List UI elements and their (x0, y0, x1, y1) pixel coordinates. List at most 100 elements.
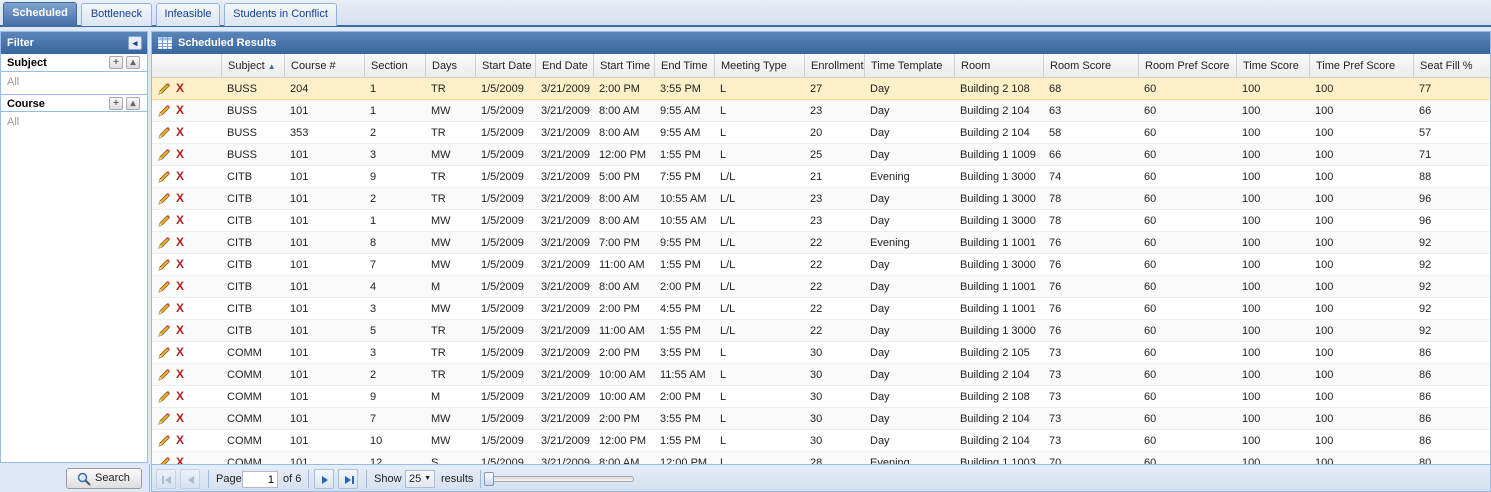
column-header[interactable]: End Time (654, 54, 714, 78)
table-row[interactable]: X COMM 101 7 MW 1/5/2009 3/21/2009 2:00 PM 3:55 … (152, 408, 1490, 430)
edit-pencil-icon[interactable] (157, 368, 171, 382)
delete-icon[interactable]: X (176, 301, 184, 315)
edit-pencil-icon[interactable] (157, 82, 171, 96)
delete-icon[interactable]: X (176, 323, 184, 337)
page-number-input[interactable] (242, 471, 278, 488)
column-header[interactable]: Room Pref Score (1138, 54, 1236, 78)
delete-icon[interactable]: X (176, 191, 184, 205)
edit-pencil-icon[interactable] (157, 280, 171, 294)
table-cell: 100 (1242, 105, 1261, 117)
search-button[interactable]: Search (66, 468, 142, 489)
delete-icon[interactable]: X (176, 257, 184, 271)
edit-pencil-icon[interactable] (157, 456, 171, 464)
edit-pencil-icon[interactable] (157, 324, 171, 338)
column-header[interactable]: Time Score (1236, 54, 1309, 78)
edit-pencil-icon[interactable] (157, 236, 171, 250)
table-row[interactable]: X COMM 101 9 M 1/5/2009 3/21/2009 10:00 AM 2:00 … (152, 386, 1490, 408)
edit-pencil-icon[interactable] (157, 346, 171, 360)
delete-icon[interactable]: X (176, 279, 184, 293)
page-size-select[interactable]: 25 ▼ (405, 470, 435, 488)
table-cell: 28 (810, 457, 823, 464)
edit-pencil-icon[interactable] (157, 214, 171, 228)
page-slider-track[interactable] (492, 476, 634, 482)
column-header[interactable]: Room (954, 54, 1043, 78)
delete-icon[interactable]: X (176, 103, 184, 117)
delete-icon[interactable]: X (176, 213, 184, 227)
delete-icon[interactable]: X (176, 367, 184, 381)
column-header[interactable]: Enrollment (804, 54, 864, 78)
table-row[interactable]: X CITB 101 5 TR 1/5/2009 3/21/2009 11:00 AM 1:55… (152, 320, 1490, 342)
edit-pencil-icon[interactable] (157, 104, 171, 118)
tab-students-in-conflict[interactable]: Students in Conflict (224, 3, 337, 26)
table-row[interactable]: X COMM 101 10 MW 1/5/2009 3/21/2009 12:00 PM 1:5… (152, 430, 1490, 452)
course-filter-value[interactable]: All (1, 112, 147, 134)
delete-icon[interactable]: X (176, 389, 184, 403)
delete-icon[interactable]: X (176, 125, 184, 139)
column-header[interactable]: Subject ▲ (221, 54, 284, 78)
edit-pencil-icon[interactable] (157, 434, 171, 448)
edit-pencil-icon[interactable] (157, 126, 171, 140)
column-header[interactable]: Time Pref Score (1309, 54, 1413, 78)
table-row[interactable]: X CITB 101 3 MW 1/5/2009 3/21/2009 2:00 PM 4:55 … (152, 298, 1490, 320)
tab-infeasible[interactable]: Infeasible (156, 3, 220, 26)
column-header[interactable]: Start Date (475, 54, 535, 78)
edit-pencil-icon[interactable] (157, 390, 171, 404)
table-row[interactable]: X BUSS 204 1 TR 1/5/2009 3/21/2009 2:00 PM 3:55 … (152, 78, 1490, 100)
delete-icon[interactable]: X (176, 147, 184, 161)
table-row[interactable]: X COMM 101 12 S 1/5/2009 3/21/2009 8:00 AM 12:00… (152, 452, 1490, 464)
table-row[interactable]: X COMM 101 3 TR 1/5/2009 3/21/2009 2:00 PM 3:55 … (152, 342, 1490, 364)
first-page-button[interactable] (156, 469, 176, 489)
collapse-filter-icon[interactable]: ◂ (128, 36, 142, 50)
delete-icon[interactable]: X (176, 433, 184, 447)
column-header[interactable]: Start Time (593, 54, 654, 78)
add-course-icon[interactable]: + (109, 97, 123, 110)
delete-icon[interactable]: X (176, 81, 184, 95)
tab-bottleneck[interactable]: Bottleneck (81, 3, 152, 26)
table-row[interactable]: X CITB 101 2 TR 1/5/2009 3/21/2009 8:00 AM 10:55… (152, 188, 1490, 210)
edit-pencil-icon[interactable] (157, 148, 171, 162)
edit-pencil-icon[interactable] (157, 192, 171, 206)
table-row[interactable]: X BUSS 353 2 TR 1/5/2009 3/21/2009 8:00 AM 9:55 … (152, 122, 1490, 144)
column-header[interactable]: End Date (535, 54, 593, 78)
table-cell: L/L (720, 325, 736, 337)
column-header[interactable]: Room Score (1043, 54, 1138, 78)
table-row[interactable]: X BUSS 101 3 MW 1/5/2009 3/21/2009 12:00 PM 1:55… (152, 144, 1490, 166)
edit-pencil-icon[interactable] (157, 258, 171, 272)
table-row[interactable]: X CITB 101 8 MW 1/5/2009 3/21/2009 7:00 PM 9:55 … (152, 232, 1490, 254)
edit-pencil-icon[interactable] (157, 412, 171, 426)
column-header[interactable]: Section (364, 54, 425, 78)
prev-page-icon (188, 476, 194, 484)
prev-page-button[interactable] (180, 469, 200, 489)
subject-filter-value[interactable]: All (1, 72, 147, 94)
page-slider-thumb[interactable] (484, 472, 494, 486)
table-cell: 4 (370, 281, 377, 293)
next-page-button[interactable] (314, 469, 334, 489)
delete-icon[interactable]: X (176, 345, 184, 359)
delete-icon[interactable]: X (176, 169, 184, 183)
last-page-button[interactable] (338, 469, 358, 489)
results-label: results (441, 473, 474, 485)
table-row[interactable]: X BUSS 101 1 MW 1/5/2009 3/21/2009 8:00 AM 9:55 … (152, 100, 1490, 122)
delete-icon[interactable]: X (176, 411, 184, 425)
column-header[interactable]: Time Template (864, 54, 954, 78)
tab-scheduled[interactable]: Scheduled (3, 2, 77, 27)
table-row[interactable]: X CITB 101 4 M 1/5/2009 3/21/2009 8:00 AM 2:00 P… (152, 276, 1490, 298)
table-row[interactable]: X CITB 101 9 TR 1/5/2009 3/21/2009 5:00 PM 7:55 … (152, 166, 1490, 188)
edit-pencil-icon[interactable] (157, 302, 171, 316)
table-row[interactable]: X CITB 101 1 MW 1/5/2009 3/21/2009 8:00 AM 10:55… (152, 210, 1490, 232)
column-header[interactable]: Meeting Type (714, 54, 804, 78)
add-subject-icon[interactable]: + (109, 56, 123, 69)
delete-icon[interactable]: X (176, 235, 184, 249)
table-cell: 76 (1049, 281, 1062, 293)
edit-pencil-icon[interactable] (157, 170, 171, 184)
table-row[interactable]: X CITB 101 7 MW 1/5/2009 3/21/2009 11:00 AM 1:55… (152, 254, 1490, 276)
table-cell: 11:55 AM (660, 369, 706, 381)
table-row[interactable]: X COMM 101 2 TR 1/5/2009 3/21/2009 10:00 AM 11:5… (152, 364, 1490, 386)
table-cell: 86 (1419, 369, 1432, 381)
delete-icon[interactable]: X (176, 455, 184, 464)
column-header[interactable]: Days (425, 54, 475, 78)
collapse-course-icon[interactable]: ▴ (126, 97, 140, 110)
collapse-subject-icon[interactable]: ▴ (126, 56, 140, 69)
column-header[interactable]: Seat Fill % (1413, 54, 1490, 78)
column-header[interactable]: Course # (284, 54, 364, 78)
